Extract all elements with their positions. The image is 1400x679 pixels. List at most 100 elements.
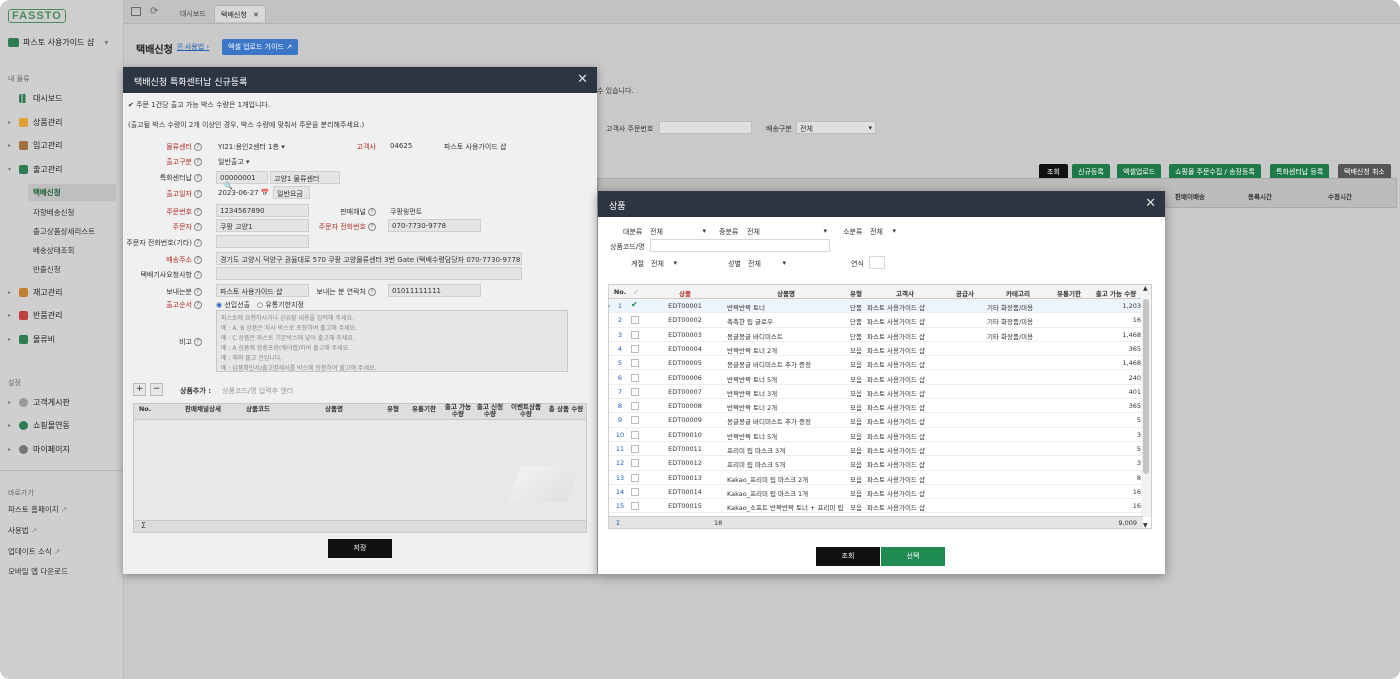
help-icon[interactable]: ? <box>194 301 202 309</box>
table-row[interactable]: 8 EDT00008 반짝반짝 토너 2개 모음 파스토 사용가이드 샵 365 <box>609 399 1143 414</box>
add-row-button[interactable]: + <box>133 383 146 396</box>
sidebar-sub-return-out[interactable]: 반출신청 <box>33 264 61 275</box>
table-row[interactable]: 2 EDT00002 촉촉한 립 글로우 단품 파스토 사용가이드 샵 기타 화장품/미용… <box>609 313 1143 328</box>
filter-season-select[interactable]: 전체 ▾ <box>651 259 677 269</box>
checkbox[interactable] <box>631 373 639 382</box>
sidebar-sub-courier-request[interactable]: 택배신청 <box>28 184 116 201</box>
checkbox[interactable] <box>631 387 639 396</box>
help-icon[interactable]: ? <box>368 208 376 216</box>
filter-year-input[interactable] <box>869 256 885 269</box>
fassto-logo[interactable]: FASSTO <box>8 9 66 23</box>
radio-fifo[interactable]: ◉ 선입선출 <box>216 300 250 310</box>
special-code-field[interactable]: 00000001 🔍 <box>216 171 268 190</box>
sidebar-item-inventory[interactable]: ▸ 재고관리 <box>8 287 62 298</box>
remove-row-button[interactable]: − <box>150 383 163 396</box>
sidebar-item-fees[interactable]: ▸ 물류비 <box>8 334 55 345</box>
scroll-thumb[interactable] <box>1143 299 1149 474</box>
orderer-input[interactable]: 쿠팡 고양1 <box>216 219 309 232</box>
layout-icon[interactable] <box>131 7 141 16</box>
help-icon[interactable]: ? <box>194 208 202 216</box>
select-all-checkbox[interactable]: ✓ <box>631 288 641 296</box>
filter-cat1-select[interactable]: 전체 ▾ <box>650 227 706 237</box>
link-usage[interactable]: 사용법 ↗ <box>8 525 37 536</box>
close-icon[interactable]: ✕ <box>253 11 259 19</box>
product-select-button[interactable]: 선택 <box>881 547 945 566</box>
sidebar-item-returns[interactable]: ▸ 반품관리 <box>8 310 62 321</box>
scroll-up-icon[interactable]: ▲ <box>1143 285 1148 292</box>
radio-expiry[interactable]: ○ 유통기한지정 <box>257 300 304 310</box>
table-row[interactable]: 14 EDT00014 Kakao_프리미 립 마스크 1개 모음 파스토 사용가이드 … <box>609 485 1143 500</box>
checkbox[interactable] <box>631 402 639 411</box>
table-row[interactable]: 7 EDT00007 반짝반짝 토너 3개 모음 파스토 사용가이드 샵 401 <box>609 385 1143 400</box>
usage-link[interactable]: 🗎 사용법 › <box>177 42 209 54</box>
help-icon[interactable]: ? <box>368 288 376 296</box>
checkbox-checked-icon[interactable]: ✔ <box>631 300 639 308</box>
table-row[interactable]: 4 EDT00004 반짝반짝 토너 2개 모음 파스토 사용가이드 샵 365 <box>609 342 1143 357</box>
link-homepage[interactable]: 파스토 홈페이지 ↗ <box>8 504 67 515</box>
sidebar-item-products[interactable]: ▸ 상품관리 <box>8 117 62 128</box>
help-icon[interactable]: ? <box>194 143 202 151</box>
center-select[interactable]: YI21:용인2센터 1층 ▾ <box>218 142 285 152</box>
help-icon[interactable]: ? <box>194 190 202 198</box>
filter-cat3-select[interactable]: 전체 ▾ <box>870 227 896 237</box>
address-input[interactable]: 경기도 고양시 덕양구 권율대로 570 쿠팡 고양물류센터 3번 Gate (… <box>216 252 522 265</box>
sidebar-item-dashboard[interactable]: 대시보드 <box>8 93 62 104</box>
sidebar-item-mypage[interactable]: ▸ 마이페이지 <box>8 444 70 455</box>
product-search-button[interactable]: 조회 <box>816 547 880 566</box>
link-mobile-app[interactable]: 모바일 앱 다운로드 <box>8 566 68 577</box>
checkbox[interactable] <box>631 487 639 496</box>
add-product-input[interactable]: 상품코드/명 입력후 엔터 <box>222 386 293 396</box>
sidebar-item-board[interactable]: ▸ 고객게시판 <box>8 397 70 408</box>
link-updates[interactable]: 업데이트 소식 ↗ <box>8 546 60 557</box>
close-icon[interactable]: ✕ <box>577 72 588 87</box>
table-row[interactable]: 6 EDT00006 반짝반짝 토너 5개 모음 파스토 사용가이드 샵 240 <box>609 371 1143 385</box>
help-icon[interactable]: ? <box>368 223 376 231</box>
store-selector[interactable]: 파스토 사용가이드 샵 ▾ <box>8 37 108 48</box>
sidebar-item-inbound[interactable]: ▸ 입고관리 <box>8 140 62 151</box>
outtype-select[interactable]: 일반출고 ▾ <box>218 157 250 167</box>
checkbox[interactable] <box>631 359 639 368</box>
help-icon[interactable]: ? <box>194 239 202 247</box>
help-icon[interactable]: ? <box>194 256 202 264</box>
sidebar-item-mall-link[interactable]: ▸ 쇼핑몰연동 <box>8 420 70 431</box>
courier-req-input[interactable] <box>216 267 522 280</box>
table-row[interactable]: 10 EDT00010 반짝반짝 토너 5개 모음 파스토 사용가이드 샵 3 <box>609 428 1143 442</box>
save-button[interactable]: 저장 <box>328 539 392 558</box>
excel-guide-button[interactable]: 엑셀 업로드 가이드 ↗ <box>222 39 299 55</box>
scroll-down-icon[interactable]: ▼ <box>1143 522 1148 529</box>
help-icon[interactable]: ? <box>194 223 202 231</box>
table-row[interactable]: 5 EDT00005 몽글몽글 바디미스트 추가 증정 모음 파스토 사용가이드 샵 1,… <box>609 356 1143 371</box>
help-icon[interactable]: ? <box>194 338 202 346</box>
checkbox[interactable] <box>631 459 639 468</box>
ship-type-select[interactable]: 전체 ▾ <box>796 121 876 134</box>
tab-dashboard[interactable]: 대시보드 <box>174 5 212 22</box>
tab-courier-request[interactable]: 택배신청 ✕ <box>214 5 266 22</box>
help-icon[interactable]: ? <box>194 288 202 296</box>
sidebar-sub-delivery-status[interactable]: 배송상태조회 <box>33 245 74 256</box>
orderer-tel-input[interactable]: 070-7730-9778 <box>388 219 481 232</box>
close-icon[interactable]: ✕ <box>1145 196 1156 211</box>
checkbox[interactable] <box>631 344 639 353</box>
help-icon[interactable]: ? <box>194 174 202 182</box>
vertical-scrollbar[interactable]: ▲ ▼ <box>1141 285 1151 529</box>
sidebar-sub-own-delivery[interactable]: 자향배송신청 <box>33 207 74 218</box>
sender-input[interactable]: 파스토 사용가이드 샵 <box>216 284 309 297</box>
sidebar-item-outbound[interactable]: ▾ 출고관리 <box>8 164 62 175</box>
sidebar-sub-outbound-detail[interactable]: 출고상품상세리스트 <box>33 226 95 237</box>
checkbox[interactable] <box>631 502 639 511</box>
checkbox[interactable] <box>631 445 639 453</box>
sender-tel-input[interactable]: 01011111111 <box>388 284 481 297</box>
filter-gender-select[interactable]: 전체 ▾ <box>748 259 786 269</box>
checkbox[interactable] <box>631 416 639 425</box>
checkbox[interactable] <box>631 430 639 439</box>
order-no-input[interactable]: 1234567890 <box>216 204 309 217</box>
table-row[interactable]: 15 EDT00015 Kakao_소프트 반짝반짝 토너 + 프리미 립 모음 파스토… <box>609 499 1143 514</box>
checkbox[interactable] <box>631 330 639 339</box>
date-field[interactable]: 2023-06-27 📅 <box>218 189 270 197</box>
table-row[interactable]: 1 EDT00001 반짝반짝 토너 단품 파스토 사용가이드 샵 기타 화장품/미용 1,… <box>608 299 1143 314</box>
checkbox[interactable] <box>631 316 639 325</box>
help-icon[interactable]: ? <box>194 271 202 279</box>
refresh-icon[interactable]: ⟳ <box>150 6 158 17</box>
memo-textarea[interactable]: 파스토에 요청하시거나 공유할 내용을 입력해 주세요. 예 : A, B 상품… <box>216 310 568 372</box>
calendar-icon[interactable]: 📅 <box>261 189 270 197</box>
